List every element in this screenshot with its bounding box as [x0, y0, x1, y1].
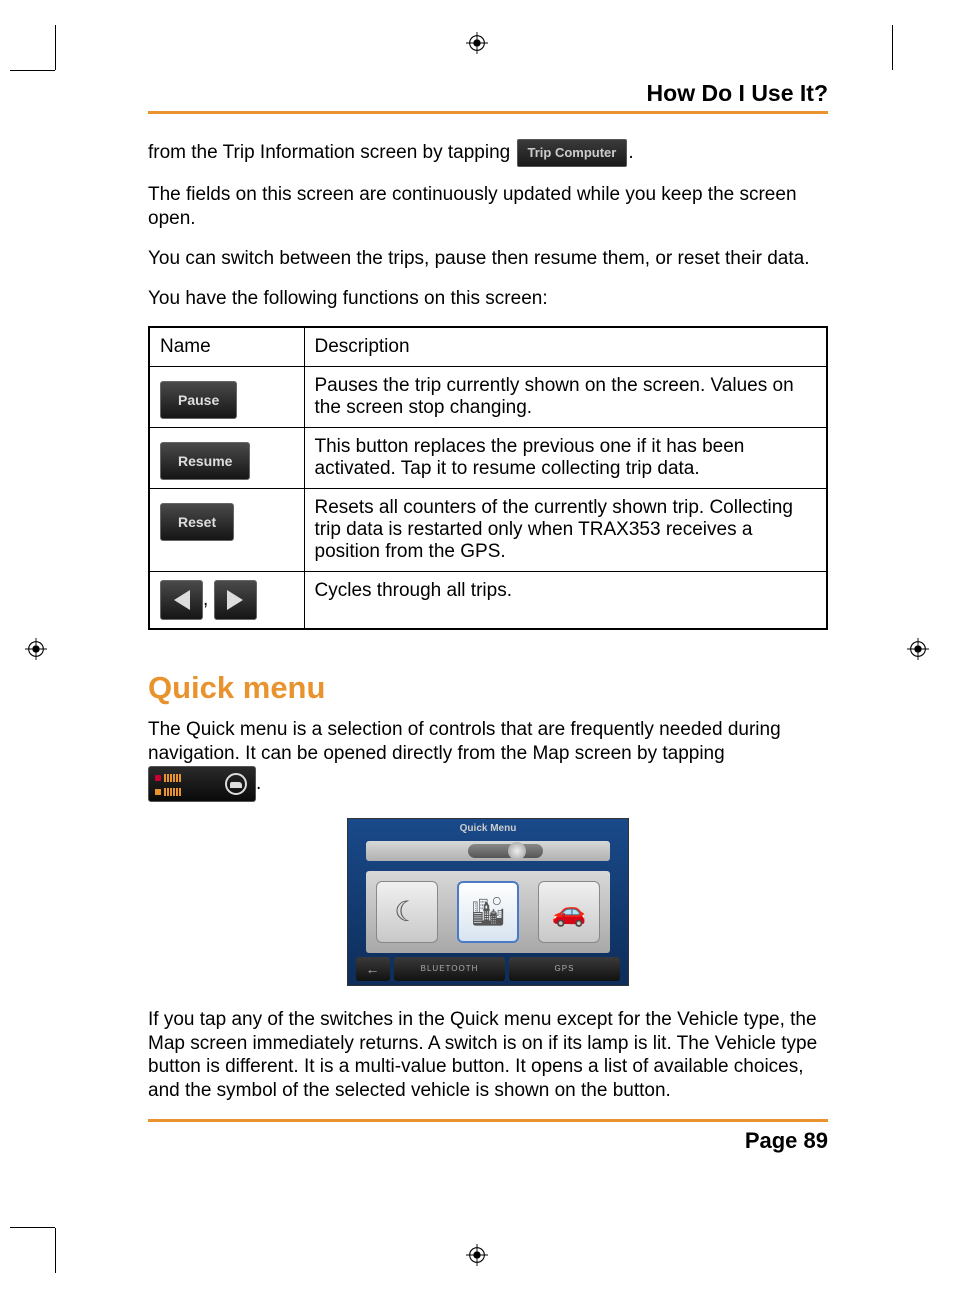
intro-paragraph-1: from the Trip Information screen by tapp…	[148, 139, 828, 167]
gps-button[interactable]: GPS	[509, 957, 620, 981]
table-cell-description: This button replaces the previous one if…	[304, 428, 827, 489]
intro-paragraph-3: You can switch between the trips, pause …	[148, 247, 828, 271]
table-header-name: Name	[149, 327, 304, 367]
crop-mark	[892, 25, 893, 70]
screenshot-title: Quick Menu	[348, 823, 628, 834]
registration-mark-icon	[25, 638, 47, 660]
volume-knob-icon[interactable]	[508, 842, 526, 860]
page-header: How Do I Use It?	[148, 80, 828, 114]
table-cell-button: Pause	[149, 367, 304, 428]
reset-button[interactable]: Reset	[160, 503, 234, 541]
table-cell-button: Resume	[149, 428, 304, 489]
registration-mark-icon	[466, 32, 488, 54]
registration-mark-icon	[907, 638, 929, 660]
intro-paragraph-2: The fields on this screen are continuous…	[148, 183, 828, 231]
back-button[interactable]: ←	[356, 957, 390, 981]
table-header-row: Name Description	[149, 327, 827, 367]
buildings-icon: 🏙	[470, 895, 506, 928]
table-row: Pause Pauses the trip currently shown on…	[149, 367, 827, 428]
table-cell-button: ,	[149, 572, 304, 630]
table-row: Resume This button replaces the previous…	[149, 428, 827, 489]
car-icon: 🚗	[552, 895, 587, 928]
table-row: , Cycles through all trips.	[149, 572, 827, 630]
screenshot-bottom-bar: ← BLUETOOTH GPS	[356, 957, 620, 981]
intro-paragraph-4: You have the following functions on this…	[148, 287, 828, 311]
table-header-description: Description	[304, 327, 827, 367]
vehicle-type-button[interactable]: 🚗	[538, 881, 600, 943]
text: .	[628, 142, 633, 163]
resume-button[interactable]: Resume	[160, 442, 250, 480]
quick-menu-row: ☾ 🏙 🚗	[366, 871, 610, 953]
registration-mark-icon	[466, 1244, 488, 1266]
night-mode-button[interactable]: ☾	[376, 881, 438, 943]
crop-mark	[55, 25, 56, 70]
table-cell-description: Cycles through all trips.	[304, 572, 827, 630]
trip-computer-button[interactable]: Trip Computer	[517, 139, 628, 167]
table-cell-description: Pauses the trip currently shown on the s…	[304, 367, 827, 428]
text: ,	[203, 589, 208, 610]
text: .	[256, 773, 261, 794]
table-cell-description: Resets all counters of the currently sho…	[304, 489, 827, 572]
3d-buildings-button[interactable]: 🏙	[457, 881, 519, 943]
quick-menu-paragraph-2: If you tap any of the switches in the Qu…	[148, 1008, 828, 1103]
quick-menu-paragraph-1: The Quick menu is a selection of control…	[148, 718, 828, 802]
quick-menu-screenshot: Quick Menu ☾ 🏙 🚗 ← BLUETOOTH GPS	[347, 818, 629, 986]
volume-slider[interactable]	[468, 844, 543, 858]
previous-trip-button[interactable]	[160, 580, 203, 620]
pause-button[interactable]: Pause	[160, 381, 237, 419]
moon-icon: ☾	[394, 895, 419, 928]
quick-menu-heading: Quick menu	[148, 670, 828, 706]
crop-mark	[10, 70, 55, 71]
table-row: Reset Resets all counters of the current…	[149, 489, 827, 572]
functions-table: Name Description Pause Pauses the trip c…	[148, 326, 828, 630]
table-cell-button: Reset	[149, 489, 304, 572]
crop-mark	[55, 1228, 56, 1273]
next-trip-button[interactable]	[214, 580, 257, 620]
crop-mark	[10, 1227, 55, 1228]
text: The Quick menu is a selection of control…	[148, 719, 781, 764]
page-footer: Page 89	[148, 1119, 828, 1154]
text: from the Trip Information screen by tapp…	[148, 142, 516, 163]
car-icon	[225, 773, 247, 795]
bluetooth-button[interactable]: BLUETOOTH	[394, 957, 505, 981]
quick-menu-map-button[interactable]	[148, 766, 256, 802]
back-arrow-icon: ←	[366, 961, 381, 977]
